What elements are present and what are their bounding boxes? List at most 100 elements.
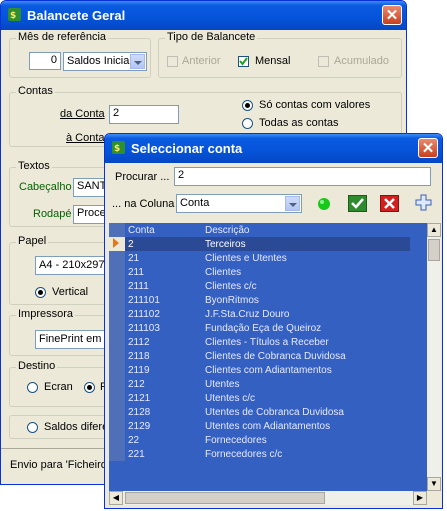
table-row[interactable]: 211103 Fundação Eça de Queiroz [109,321,410,335]
balancete-titlebar[interactable]: $ Balancete Geral ✕ [1,1,406,30]
table-row[interactable]: 2 Terceiros [109,237,410,251]
table-row[interactable]: 2111 Clientes c/c [109,279,410,293]
mensal-checkbox[interactable] [238,56,249,67]
todas-contas-radio[interactable] [242,118,253,129]
table-row[interactable]: 212 Utentes [109,377,410,391]
mes-select[interactable]: Saldos Iniciais [63,52,147,71]
vertical-scrollbar[interactable]: ▲ ▼ [427,223,441,491]
scroll-thumb[interactable] [428,239,440,261]
da-conta-input[interactable]: 2 [109,105,179,124]
procurar-label: Procurar ... [115,171,170,183]
row-descricao: Fornecedores c/c [205,448,283,460]
svg-text:$: $ [10,11,16,21]
mensal-label: Mensal [255,55,291,67]
row-header [109,447,125,461]
chevron-down-icon[interactable] [285,196,300,211]
mes-number-input[interactable]: 0 [29,52,61,70]
row-conta: 211101 [128,294,160,306]
todas-contas-label: Todas as contas [259,117,339,129]
contas-table: Conta Descrição 2 Terceiros 21 Clientes e… [109,223,410,461]
a-conta-label[interactable]: à Conta [66,132,105,144]
row-header [109,321,125,335]
grid-header: Conta Descrição [109,223,410,237]
scroll-left-button[interactable]: ◀ [109,491,123,505]
row-conta: 212 [128,378,145,390]
row-descricao: Utentes c/c [205,392,256,404]
row-conta: 22 [128,434,140,446]
row-header [109,293,125,307]
svg-text:$: $ [114,144,120,154]
red-x-icon[interactable] [380,195,399,212]
header-corner [109,223,125,237]
table-row[interactable]: 2129 Utentes com Adiantamentos [109,419,410,433]
table-row[interactable]: 2119 Clientes com Adiantamentos [109,363,410,377]
destino-label: Destino [16,360,58,372]
table-row[interactable]: 22 Fornecedores [109,433,410,447]
rodape-label: Rodapé [33,208,72,220]
table-row[interactable]: 2118 Clientes de Cobranca Duvidosa [109,349,410,363]
table-row[interactable]: 2128 Utentes de Cobranca Duvidosa [109,405,410,419]
row-descricao: Terceiros [202,237,410,251]
table-row[interactable]: 211102 J.F.Sta.Cruz Douro [109,307,410,321]
row-header [109,419,125,433]
impressora-select[interactable]: FinePrint em Fil [35,330,115,349]
ficheiro-radio[interactable] [84,382,95,393]
so-contas-valores-radio[interactable] [242,100,253,111]
table-row[interactable]: 221 Fornecedores c/c [109,447,410,461]
row-descricao: ByonRitmos [205,294,259,306]
scroll-down-button[interactable]: ▼ [427,477,441,491]
destino-group: Destino Ecran F [9,360,109,407]
close-icon[interactable]: ✕ [418,138,438,158]
row-descricao: Clientes - Títulos a Receber [205,336,329,348]
plus-icon[interactable] [415,194,432,211]
acumulado-checkbox[interactable] [318,56,329,67]
check-icon[interactable] [348,195,367,212]
horizontal-scrollbar[interactable]: ◀ ▶ [109,491,427,505]
row-conta: 2118 [128,350,150,362]
row-conta: 211 [128,266,144,278]
table-row[interactable]: 2121 Utentes c/c [109,391,410,405]
green-dot-icon[interactable] [317,197,331,211]
textos-label: Textos [16,160,52,172]
vertical-radio[interactable] [35,287,46,298]
procurar-input[interactable]: 2 [174,167,431,186]
dialog-titlebar[interactable]: $ Seleccionar conta ✕ [105,134,442,163]
table-row[interactable]: 211101 ByonRitmos [109,293,410,307]
mes-group: Mês de referência 0 Saldos Iniciais [9,31,151,78]
ecran-label: Ecran [44,381,73,393]
row-header [109,349,125,363]
ecran-radio[interactable] [27,382,38,393]
acumulado-label: Acumulado [334,55,390,67]
table-row[interactable]: 211 Clientes [109,265,410,279]
header-conta[interactable]: Conta [125,223,202,237]
row-header [109,335,125,349]
row-conta: 2121 [128,392,151,404]
app-icon: $ [8,8,21,21]
scroll-up-button[interactable]: ▲ [427,223,441,237]
anterior-checkbox[interactable] [167,56,178,67]
da-conta-label[interactable]: da Conta [60,108,105,120]
impressora-group: Impressora FinePrint em Fil [9,308,115,356]
papel-select[interactable]: A4 - 210x297 [35,256,115,275]
row-pointer-icon [109,237,125,251]
app-icon: $ [112,141,125,154]
hscroll-thumb[interactable] [125,492,325,504]
row-header [109,377,125,391]
row-conta: 2128 [128,406,151,418]
saldos-radio[interactable] [27,422,38,433]
row-descricao: Utentes [205,378,240,390]
scroll-right-button[interactable]: ▶ [413,491,427,505]
row-descricao: Utentes com Adiantamentos [205,420,331,432]
coluna-label: ... na Coluna [112,198,175,210]
table-row[interactable]: 2112 Clientes - Títulos a Receber [109,335,410,349]
header-descricao[interactable]: Descrição [202,223,410,237]
close-icon[interactable]: ✕ [382,5,402,25]
coluna-select[interactable]: Conta [176,194,302,213]
row-descricao: Fundação Eça de Queiroz [205,322,322,334]
mes-select-value: Saldos Iniciais [67,55,138,67]
saldos-label: Saldos difere [44,421,109,433]
chevron-down-icon[interactable] [130,54,145,69]
contas-label: Contas [16,85,55,97]
table-row[interactable]: 21 Clientes e Utentes [109,251,410,265]
row-conta: 221 [128,448,145,460]
